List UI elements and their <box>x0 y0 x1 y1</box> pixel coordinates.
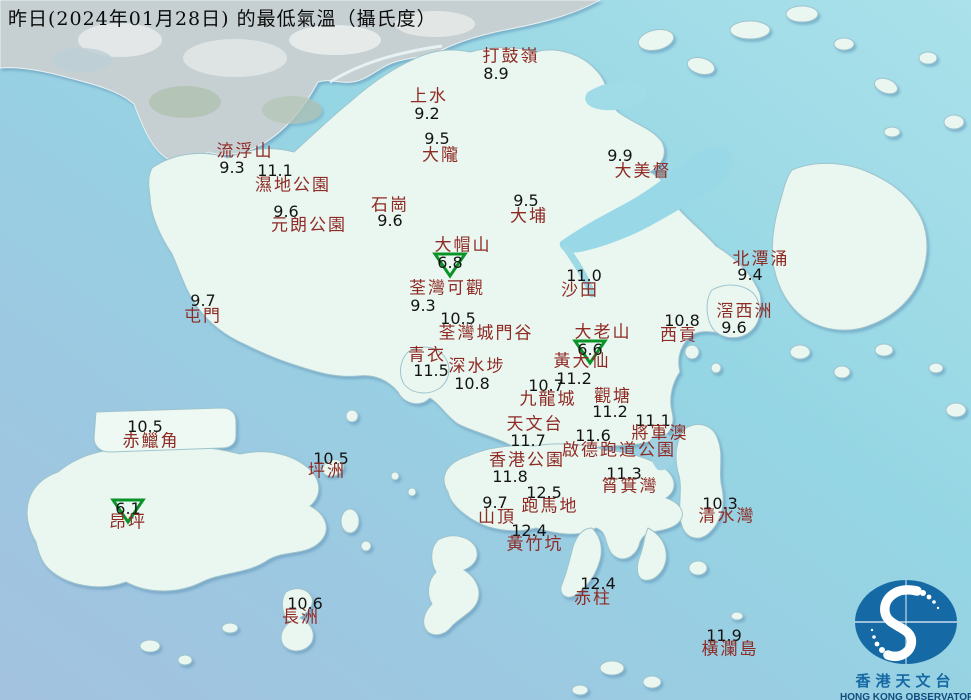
min-temperature-map: 昨日(2024年01月28日) 的最低氣溫（攝氏度） 8.9 打鼓嶺 9.2 上水 9.… <box>0 0 971 700</box>
station-name: 荃灣可觀 <box>409 278 485 299</box>
station-name: 赤鱲角 <box>122 431 180 452</box>
station-name: 赤柱 <box>574 588 612 609</box>
station-name: 坪洲 <box>308 461 346 482</box>
station-temperature-value: 11.7 <box>510 431 546 450</box>
station-name: 香港公園 <box>489 450 565 471</box>
station-name: 流浮山 <box>216 141 274 162</box>
station-name: 橫瀾島 <box>701 639 759 660</box>
station-name: 黃竹坑 <box>506 534 564 555</box>
station-name: 石崗 <box>371 195 409 216</box>
hko-logo-icon <box>854 580 957 664</box>
station-name: 大老山 <box>574 322 632 343</box>
station-temperature-value: 8.9 <box>483 64 509 83</box>
station-name: 青衣 <box>408 345 446 366</box>
station-name: 北潭涌 <box>732 249 790 270</box>
station-temperature-value: 9.3 <box>410 296 436 315</box>
station-name: 跑馬地 <box>521 496 579 517</box>
station-name: 滘西洲 <box>716 301 774 322</box>
station-name: 昂坪 <box>109 512 147 533</box>
station-name: 長洲 <box>282 607 320 628</box>
station-name: 大埔 <box>510 206 548 227</box>
station-name: 屯門 <box>184 306 222 327</box>
station-name: 觀塘 <box>594 386 632 407</box>
station-name: 大隴 <box>422 145 460 166</box>
station-temperature-value: 11.8 <box>492 467 528 486</box>
station-name: 打鼓嶺 <box>482 46 540 67</box>
hko-logo-english: HONG KONG OBSERVATORY <box>840 692 971 700</box>
station-name: 上水 <box>410 86 448 107</box>
station-temperature-value: 6.8 <box>437 253 463 272</box>
station-name: 濕地公園 <box>255 175 331 196</box>
station-name: 大美督 <box>614 161 672 182</box>
station-name: 黃大仙 <box>553 351 611 372</box>
station-name: 清水灣 <box>698 506 756 527</box>
station-name: 筲箕灣 <box>601 476 659 497</box>
station-name: 元朗公園 <box>271 215 347 236</box>
station-name: 西貢 <box>660 325 698 346</box>
station-name: 啟德跑道公園 <box>562 440 676 461</box>
station-name: 荃灣城門谷 <box>438 323 534 344</box>
station-name: 九龍城 <box>519 389 577 410</box>
station-temperature-value: 9.2 <box>414 104 440 123</box>
station-name: 天文台 <box>506 414 564 435</box>
stations-layer: 8.9 打鼓嶺 9.2 上水 9.5 大隴 9.9 大美督 9.3 流浮山 11.1 濕地公園 9.6 元… <box>0 0 971 700</box>
station-name: 大帽山 <box>434 235 492 256</box>
station-name: 深水埗 <box>448 356 506 377</box>
station-temperature-value: 10.8 <box>454 374 490 393</box>
station-name: 沙田 <box>561 280 599 301</box>
hko-logo-chinese: 香港天文台 <box>855 672 956 690</box>
station-temperature-value: 9.6 <box>721 318 747 337</box>
station-temperature-value: 9.3 <box>219 158 245 177</box>
hko-logo: 香港天文台 HONG KONG OBSERVATORY <box>840 578 971 700</box>
